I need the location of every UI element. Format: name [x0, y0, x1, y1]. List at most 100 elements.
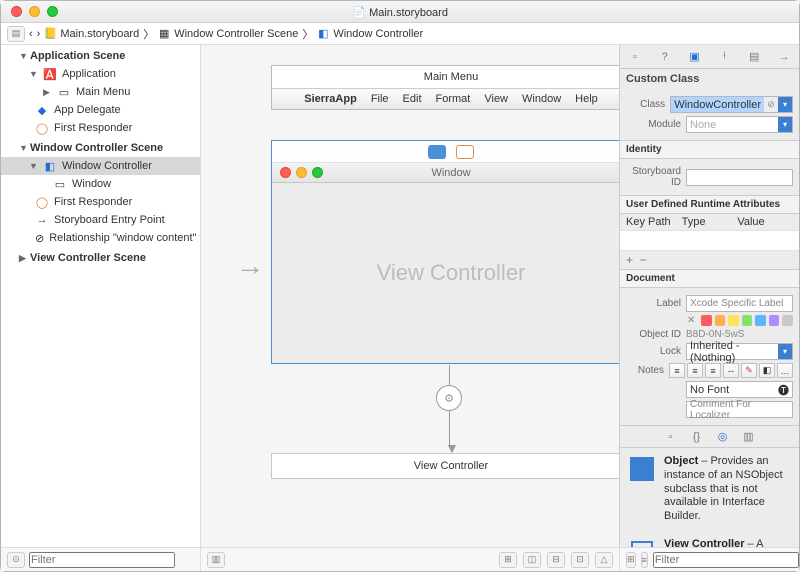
minimize-icon[interactable]	[29, 6, 40, 17]
main-menu-scene[interactable]: Main Menu SierraApp File Edit Format Vie…	[271, 65, 619, 110]
zoom-icon[interactable]	[47, 6, 58, 17]
outline-item[interactable]: ◯ First Responder	[1, 193, 200, 211]
disclosure-triangle-icon[interactable]: ▼	[29, 161, 38, 171]
align-center-icon[interactable]: ≡	[687, 363, 703, 378]
list-view-icon[interactable]: ≡	[641, 552, 648, 568]
segment-icon[interactable]: --	[723, 363, 739, 378]
color-swatch[interactable]	[769, 315, 780, 326]
chevron-down-icon[interactable]: ▾	[778, 97, 792, 112]
segue-icon[interactable]: ⚙	[436, 385, 462, 411]
strikethrough-icon[interactable]: ✎	[741, 363, 757, 378]
first-responder-icon: ◯	[35, 195, 49, 209]
outline-item-selected[interactable]: ▼ ◧ Window Controller	[1, 157, 200, 175]
lock-select[interactable]: Inherited - (Nothing) ▾	[686, 343, 793, 360]
help-inspector-tab[interactable]: ?	[657, 49, 673, 65]
entry-point-arrow-icon[interactable]: →	[236, 250, 264, 282]
section-header: User Defined Runtime Attributes	[620, 195, 799, 214]
menu-item[interactable]: Edit	[403, 93, 422, 105]
module-combobox[interactable]: None ▾	[686, 116, 793, 133]
library-item[interactable]: Object – Provides an instance of an NSOb…	[620, 448, 799, 531]
chevron-down-icon[interactable]: ▾	[778, 344, 792, 359]
attributes-inspector-tab[interactable]: ⟊	[716, 49, 732, 65]
menu-item[interactable]: SierraApp	[304, 93, 357, 105]
file-inspector-tab[interactable]: ▫	[627, 49, 643, 65]
layout-mode-icon[interactable]: ⊞	[499, 552, 517, 568]
outline-item[interactable]: ⊘ Relationship "window content" to ...	[1, 229, 200, 247]
outline-filter-icon[interactable]: ⊙	[7, 552, 25, 568]
scene-header[interactable]: ▼ Application Scene	[1, 45, 200, 65]
storyboard-id-field[interactable]	[686, 169, 793, 186]
outline-item[interactable]: ▭ Window	[1, 175, 200, 193]
color-icon[interactable]: ◧	[759, 363, 775, 378]
outline-item[interactable]: ▼ 🅰️ Application	[1, 65, 200, 83]
disclosure-triangle-icon[interactable]: ▼	[29, 69, 38, 79]
pin-icon[interactable]: ⊡	[571, 552, 589, 568]
close-icon[interactable]	[11, 6, 22, 17]
disclosure-triangle-icon[interactable]: ▼	[19, 51, 28, 61]
scene-header[interactable]: ▼ Window Controller Scene	[1, 137, 200, 157]
color-swatch[interactable]	[782, 315, 793, 326]
clear-color-icon[interactable]: ✕	[687, 315, 695, 326]
size-inspector-tab[interactable]: ▤	[746, 49, 762, 65]
document-label-field[interactable]: Xcode Specific Label	[686, 295, 793, 312]
align-right-icon[interactable]: ≡	[705, 363, 721, 378]
application-icon: 🅰️	[43, 67, 57, 81]
menu-item[interactable]: Format	[436, 93, 471, 105]
toggle-outline-button[interactable]: ▥	[207, 552, 225, 568]
menu-item[interactable]: Window	[522, 93, 561, 105]
disclosure-triangle-icon[interactable]: ▶	[43, 87, 52, 98]
toggle-related-items-icon[interactable]: ▤	[7, 26, 25, 42]
outline-item[interactable]: ▶ ▭ Main Menu	[1, 83, 200, 101]
connections-inspector-tab[interactable]: →	[776, 49, 792, 65]
color-swatch[interactable]	[755, 315, 766, 326]
font-picker-icon[interactable]: 🅣	[778, 382, 789, 398]
window-controller-scene[interactable]: Window View Controller	[271, 140, 619, 364]
content-view-placeholder[interactable]: View Controller	[272, 183, 619, 363]
back-button[interactable]: ‹	[29, 28, 33, 40]
forward-button[interactable]: ›	[37, 28, 41, 40]
view-controller-scene[interactable]: View Controller	[271, 453, 619, 479]
storyboard-canvas[interactable]: Main Menu SierraApp File Edit Format Vie…	[201, 45, 619, 547]
window-controller-icon[interactable]	[428, 145, 446, 159]
library-item[interactable]: View Controller – A controller that mana…	[620, 531, 799, 547]
outline-item[interactable]: → Storyboard Entry Point	[1, 211, 200, 229]
identity-inspector-tab[interactable]: ▣	[687, 49, 703, 65]
outline-filter-input[interactable]	[29, 552, 175, 568]
menu-item[interactable]: View	[484, 93, 508, 105]
breadcrumb-item[interactable]: Main.storyboard	[60, 28, 139, 40]
menu-bar[interactable]: SierraApp File Edit Format View Window H…	[272, 89, 619, 109]
more-icon[interactable]: …	[777, 363, 793, 378]
breadcrumb-item[interactable]: Window Controller Scene	[174, 28, 298, 40]
grid-view-icon[interactable]: ⊞	[626, 552, 636, 568]
align-left-icon[interactable]: ≡	[669, 363, 685, 378]
library-filter-input[interactable]	[653, 552, 799, 568]
minimize-icon	[296, 167, 307, 178]
embed-in-icon[interactable]: ◫	[523, 552, 541, 568]
clear-icon[interactable]: ⊘	[764, 97, 778, 112]
disclosure-triangle-icon[interactable]: ▼	[19, 143, 28, 153]
object-library-tab[interactable]: ◎	[715, 429, 731, 445]
menu-item[interactable]: Help	[575, 93, 598, 105]
scene-header[interactable]: ▶ View Controller Scene	[1, 247, 200, 267]
menu-item[interactable]: File	[371, 93, 389, 105]
code-snippet-tab[interactable]: {}	[689, 429, 705, 445]
color-swatch[interactable]	[715, 315, 726, 326]
resolve-issues-icon[interactable]: △	[595, 552, 613, 568]
disclosure-triangle-icon[interactable]: ▶	[19, 253, 28, 264]
file-template-tab[interactable]: ▫	[663, 429, 679, 445]
add-remove-buttons[interactable]: + −	[620, 251, 799, 269]
color-swatch[interactable]	[728, 315, 739, 326]
font-field[interactable]: No Font🅣	[686, 381, 793, 398]
localizer-comment-field[interactable]: Comment For Localizer	[686, 401, 793, 418]
chevron-down-icon[interactable]: ▾	[778, 117, 792, 132]
media-library-tab[interactable]: ▥	[741, 429, 757, 445]
outline-item[interactable]: ◆ App Delegate	[1, 101, 200, 119]
breadcrumb-item[interactable]: Window Controller	[333, 28, 423, 40]
attributes-table-body[interactable]	[620, 231, 799, 251]
class-combobox[interactable]: WindowController ⊘ ▾	[670, 96, 793, 113]
color-swatch[interactable]	[742, 315, 753, 326]
color-swatch[interactable]	[701, 315, 712, 326]
first-responder-icon[interactable]	[456, 145, 474, 159]
outline-item[interactable]: ◯ First Responder	[1, 119, 200, 137]
align-icon[interactable]: ⊟	[547, 552, 565, 568]
